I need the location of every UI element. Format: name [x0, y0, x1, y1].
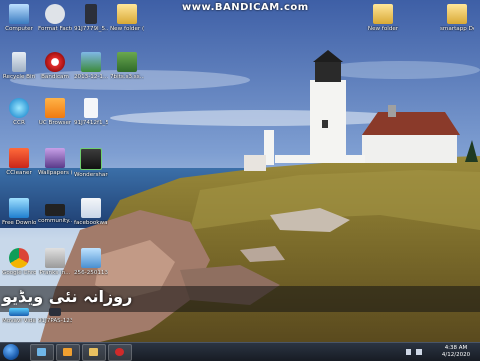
explorer-icon — [37, 348, 46, 356]
folder-icon — [447, 4, 467, 24]
desktop-icon-ccleaner[interactable]: CCleaner — [2, 148, 36, 176]
desktop-icon-format-factory[interactable]: Format Factory — [38, 4, 72, 32]
ccr-icon — [9, 98, 29, 118]
desktop-icon-facebook[interactable]: facebookwa... — [74, 198, 108, 226]
show-hidden-icons-icon[interactable] — [406, 349, 411, 355]
facebook-file-icon — [81, 198, 101, 218]
bandicam-icon — [115, 348, 124, 356]
clock-time[interactable]: 4:38 AM — [436, 345, 476, 352]
folder-icon — [117, 4, 137, 24]
ccleaner-icon — [9, 148, 29, 168]
document-file-icon — [84, 98, 98, 118]
image-file-icon — [117, 52, 137, 72]
desktop-icon-free-download[interactable]: Free Downloa... — [2, 198, 36, 226]
media-file-icon — [81, 248, 101, 268]
desktop-icon-image-2[interactable]: 7bits.s3.ss... — [110, 52, 144, 80]
desktop-icon-uc-browser[interactable]: UC Browser — [38, 98, 72, 126]
desktop-icon-image-1[interactable]: 2013-12-1... — [74, 52, 108, 80]
desktop-icon-new-folder-2[interactable]: New folder (2) — [110, 4, 144, 32]
taskbar: 4:38 AM 4/12/2020 — [0, 342, 480, 361]
phone-file-icon — [85, 4, 97, 24]
bandicam-watermark: www.BANDICAM.com — [182, 2, 309, 13]
desktop: www.BANDICAM.com Computer Format Factory… — [0, 0, 480, 342]
volume-icon[interactable] — [416, 349, 422, 355]
desktop-icon-ccr[interactable]: CCR — [2, 98, 36, 126]
taskbar-bandicam-button[interactable] — [108, 344, 132, 361]
desktop-icon-computer[interactable]: Computer — [2, 4, 36, 32]
desktop-icon-file-3[interactable]: 91J7PAS-123... — [38, 308, 72, 324]
media-player-icon — [63, 348, 72, 356]
start-button[interactable] — [3, 344, 19, 360]
desktop-icon-recycle-bin[interactable]: Recycle Bin — [2, 52, 36, 80]
free-download-icon — [9, 198, 29, 218]
desktop-icon-mirrorgo[interactable]: Wondershare MirrorGo — [74, 148, 108, 178]
format-factory-icon — [45, 4, 65, 24]
movavi-icon — [9, 308, 29, 316]
desktop-icon-smartapp-design[interactable]: smartapp Design — [440, 4, 474, 32]
recycle-bin-icon — [12, 52, 26, 72]
desktop-icon-bandicam[interactable]: Bandicam — [38, 52, 72, 80]
taskbar-explorer-button[interactable] — [30, 344, 54, 361]
computer-icon — [9, 4, 29, 24]
banner-text: روزانہ نئی ویڈیو — [2, 287, 133, 306]
bandicam-icon — [45, 52, 65, 72]
desktop-icon-movavi[interactable]: Movavi Video Editor 14 — [2, 308, 36, 324]
desktop-icon-file-2[interactable]: 91J7412f1_5... — [74, 98, 108, 126]
desktop-icon-wallpapers[interactable]: Wallpapers (331) — [38, 148, 72, 176]
mirrorgo-icon — [80, 148, 102, 170]
taskbar-media-player-button[interactable] — [56, 344, 80, 361]
community-file-icon — [45, 204, 65, 216]
desktop-icon-new-folder[interactable]: New folder — [366, 4, 400, 32]
folder-icon — [373, 4, 393, 24]
urdu-banner: روزانہ نئی ویڈیو — [0, 286, 480, 312]
uc-browser-icon — [45, 98, 65, 118]
desktop-icon-pranks[interactable]: Pranks in... — [38, 248, 72, 276]
clock-date[interactable]: 4/12/2020 — [436, 352, 476, 359]
image-file-icon — [81, 52, 101, 72]
wallpapers-icon — [45, 148, 65, 168]
system-tray: 4:38 AM 4/12/2020 — [406, 344, 476, 360]
pranks-file-icon — [45, 248, 65, 268]
phone-file-icon — [49, 308, 61, 316]
desktop-icon-file-1[interactable]: 91J7779I_5... — [74, 4, 108, 32]
desktop-icon-media[interactable]: 256-2501132... — [74, 248, 108, 276]
desktop-icon-community[interactable]: community... — [38, 198, 72, 224]
desktop-icon-google-chrome[interactable]: Google Chrome — [2, 248, 36, 276]
folder-icon — [89, 348, 98, 356]
chrome-icon — [9, 248, 29, 268]
taskbar-folder-button[interactable] — [82, 344, 106, 361]
